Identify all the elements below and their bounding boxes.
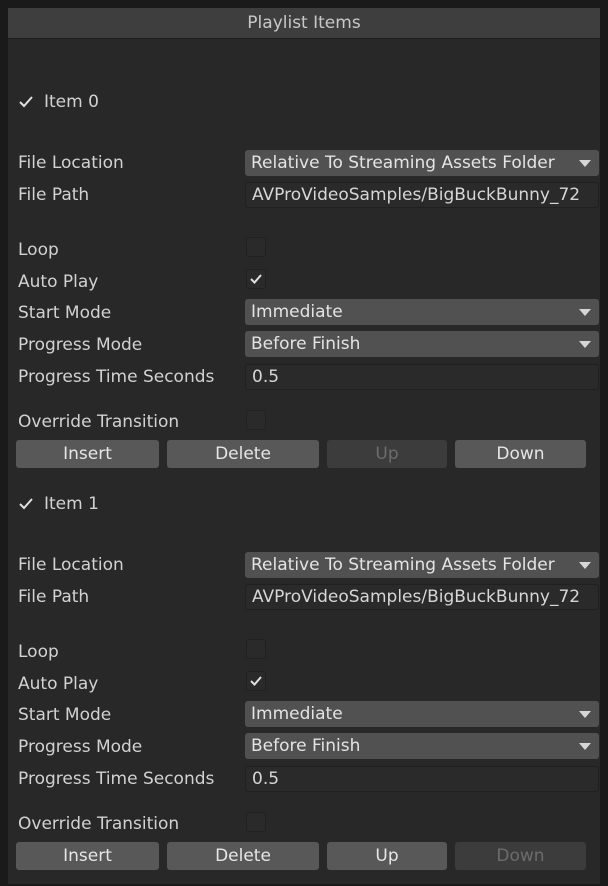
dropdown-arrow-icon [579, 341, 591, 348]
item-1-up-button[interactable]: Up [327, 842, 447, 870]
start-mode-value: Immediate [251, 302, 343, 322]
dropdown-arrow-icon [579, 743, 591, 750]
checkmark-icon [250, 676, 262, 686]
dropdown-arrow-icon [579, 562, 591, 569]
progress-mode-label: Progress Mode [18, 335, 143, 355]
progress-mode-value: Before Finish [251, 736, 361, 756]
item-1-loop-checkbox[interactable] [246, 639, 266, 659]
file-path-label: File Path [18, 587, 90, 607]
dropdown-arrow-icon [579, 160, 591, 167]
item-0-progress-time-field[interactable]: 0.5 [245, 364, 599, 390]
item-1-override-transition-checkbox[interactable] [246, 812, 266, 832]
file-location-label: File Location [18, 555, 124, 575]
override-transition-label: Override Transition [18, 814, 180, 834]
file-location-value: Relative To Streaming Assets Folder [251, 555, 555, 575]
item-1-progress-time-field[interactable]: 0.5 [245, 766, 599, 792]
item-0-file-path-field[interactable]: AVProVideoSamples/BigBuckBunny_72 [245, 182, 599, 208]
playlist-panel: Playlist Items Item 0 File Location Rela… [8, 8, 600, 884]
progress-time-seconds-label: Progress Time Seconds [18, 367, 215, 387]
item-1-down-button[interactable]: Down [455, 842, 586, 870]
item-1-progress-mode-dropdown[interactable]: Before Finish [245, 733, 599, 759]
loop-label: Loop [18, 240, 59, 260]
checkmark-icon [250, 274, 262, 284]
item-0-progress-mode-dropdown[interactable]: Before Finish [245, 331, 599, 357]
item-1-insert-button[interactable]: Insert [16, 842, 159, 870]
playlist-item-0: Item 0 File Location Relative To Streami… [8, 8, 600, 468]
auto-play-label: Auto Play [18, 272, 99, 292]
item-0-file-location-dropdown[interactable]: Relative To Streaming Assets Folder [245, 150, 599, 176]
item-0-title: Item 0 [44, 92, 99, 112]
auto-play-label: Auto Play [18, 674, 99, 694]
progress-mode-label: Progress Mode [18, 737, 143, 757]
item-0-auto-play-checkbox[interactable] [246, 269, 266, 289]
dropdown-arrow-icon [579, 711, 591, 718]
item-0-toggle[interactable]: Item 0 [18, 90, 99, 114]
item-1-delete-button[interactable]: Delete [167, 842, 319, 870]
file-location-value: Relative To Streaming Assets Folder [251, 153, 555, 173]
start-mode-value: Immediate [251, 704, 343, 724]
file-location-label: File Location [18, 153, 124, 173]
item-1-toggle[interactable]: Item 1 [18, 492, 99, 516]
progress-time-seconds-label: Progress Time Seconds [18, 769, 215, 789]
item-1-file-path-field[interactable]: AVProVideoSamples/BigBuckBunny_72 [245, 584, 599, 610]
item-0-loop-checkbox[interactable] [246, 237, 266, 257]
file-path-label: File Path [18, 185, 90, 205]
playlist-item-1: Item 1 File Location Relative To Streami… [8, 410, 600, 870]
item-1-auto-play-checkbox[interactable] [246, 671, 266, 691]
dropdown-arrow-icon [579, 309, 591, 316]
checkmark-icon [18, 94, 34, 110]
progress-mode-value: Before Finish [251, 334, 361, 354]
start-mode-label: Start Mode [18, 303, 112, 323]
item-1-file-location-dropdown[interactable]: Relative To Streaming Assets Folder [245, 552, 599, 578]
item-1-title: Item 1 [44, 494, 99, 514]
loop-label: Loop [18, 642, 59, 662]
item-0-start-mode-dropdown[interactable]: Immediate [245, 299, 599, 325]
start-mode-label: Start Mode [18, 705, 112, 725]
item-1-start-mode-dropdown[interactable]: Immediate [245, 701, 599, 727]
checkmark-icon [18, 496, 34, 512]
